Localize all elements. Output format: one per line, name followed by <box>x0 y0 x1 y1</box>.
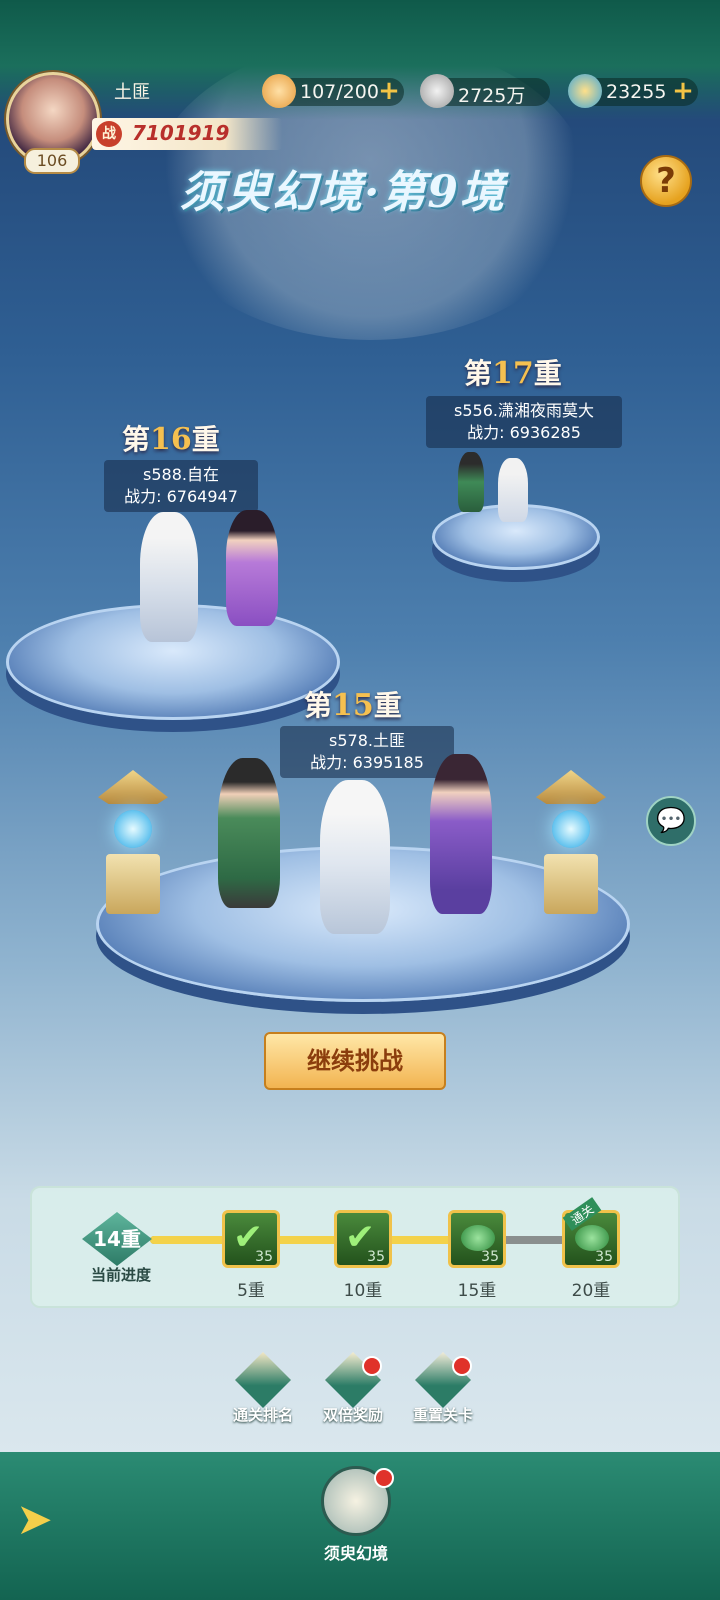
stamina-value: 107/200 <box>300 81 379 103</box>
progress-fill <box>150 1236 470 1244</box>
milestone-label: 20重 <box>571 1281 611 1301</box>
floor-17-info: s556.潇湘夜雨莫大 战力: 6936285 <box>426 396 622 448</box>
floor-prefix: 第 <box>122 423 151 456</box>
player-power: 7101919 <box>132 121 230 145</box>
floor-16-info: s588.自在 战力: 6764947 <box>104 460 258 512</box>
silver-resource: 2725万 <box>420 74 550 108</box>
notification-dot <box>374 1468 394 1488</box>
right-lantern <box>536 770 606 920</box>
stamina-resource: 107/200 + <box>262 74 404 108</box>
milestone-label: 5重 <box>237 1281 265 1301</box>
opponent-power: 战力: 6936285 <box>467 423 581 442</box>
opponent-figure <box>320 780 390 934</box>
floor-prefix: 第 <box>464 357 493 390</box>
notification-dot <box>362 1356 382 1376</box>
opponent-figure <box>218 758 280 908</box>
jade-icon <box>575 1225 609 1251</box>
chat-button[interactable]: 💬 <box>646 796 696 846</box>
realm-title: 须臾幻境·第9境 <box>180 167 506 218</box>
floor-number: 15 <box>332 688 374 723</box>
coin-icon <box>420 74 454 108</box>
current-progress-label: 当前进度 <box>90 1266 151 1284</box>
ranking-podium-icon <box>235 1352 291 1408</box>
back-arrow-icon[interactable]: ➤ <box>16 1494 80 1545</box>
floor-15-title: 第15重 <box>304 684 402 724</box>
continue-challenge-button[interactable]: 继续挑战 <box>264 1032 446 1090</box>
opponent-name: s556.潇湘夜雨莫大 <box>454 401 594 420</box>
floor-17-title: 第17重 <box>464 352 562 392</box>
floor-number: 16 <box>150 422 192 457</box>
add-gem-button[interactable]: + <box>672 78 694 104</box>
jade-icon <box>461 1225 495 1251</box>
floor-suffix: 重 <box>373 689 402 722</box>
opponent-figure <box>430 754 492 914</box>
opponent-figure <box>458 452 484 512</box>
opponent-figure <box>226 510 278 626</box>
notification-dot <box>452 1356 472 1376</box>
floor-suffix: 重 <box>191 423 220 456</box>
milestone-10-reward[interactable]: ✔ 35 <box>334 1210 392 1268</box>
floor-number: 17 <box>492 356 534 391</box>
help-button[interactable]: ? <box>640 155 692 207</box>
player-level: 106 <box>24 148 80 174</box>
floor-prefix: 第 <box>304 689 333 722</box>
opponent-figure <box>498 458 528 522</box>
player-name: 土匪 <box>114 82 150 103</box>
bun-icon <box>262 74 296 108</box>
opponent-figure <box>140 512 198 642</box>
power-badge: 战 <box>96 121 122 147</box>
opponent-power: 战力: 6764947 <box>124 487 238 506</box>
floor-suffix: 重 <box>533 357 562 390</box>
gem-icon <box>568 74 602 108</box>
milestone-5-reward[interactable]: ✔ 35 <box>222 1210 280 1268</box>
add-stamina-button[interactable]: + <box>378 78 400 104</box>
floor-16-title: 第16重 <box>122 418 220 458</box>
milestone-label: 10重 <box>343 1281 383 1301</box>
opponent-power: 战力: 6395185 <box>310 753 424 772</box>
silver-value: 2725万 <box>458 85 526 107</box>
milestone-label: 15重 <box>457 1281 497 1301</box>
floor-15-info: s578.土匪 战力: 6395185 <box>280 726 454 778</box>
clear-ranking-button[interactable]: 通关排名 <box>228 1352 298 1425</box>
opponent-name: s588.自在 <box>143 465 219 484</box>
gem-resource: 23255 + <box>568 74 698 108</box>
milestone-15-reward[interactable]: 35 <box>448 1210 506 1268</box>
opponent-name: s578.土匪 <box>329 731 405 750</box>
gem-value: 23255 <box>606 81 667 103</box>
left-lantern <box>98 770 168 920</box>
